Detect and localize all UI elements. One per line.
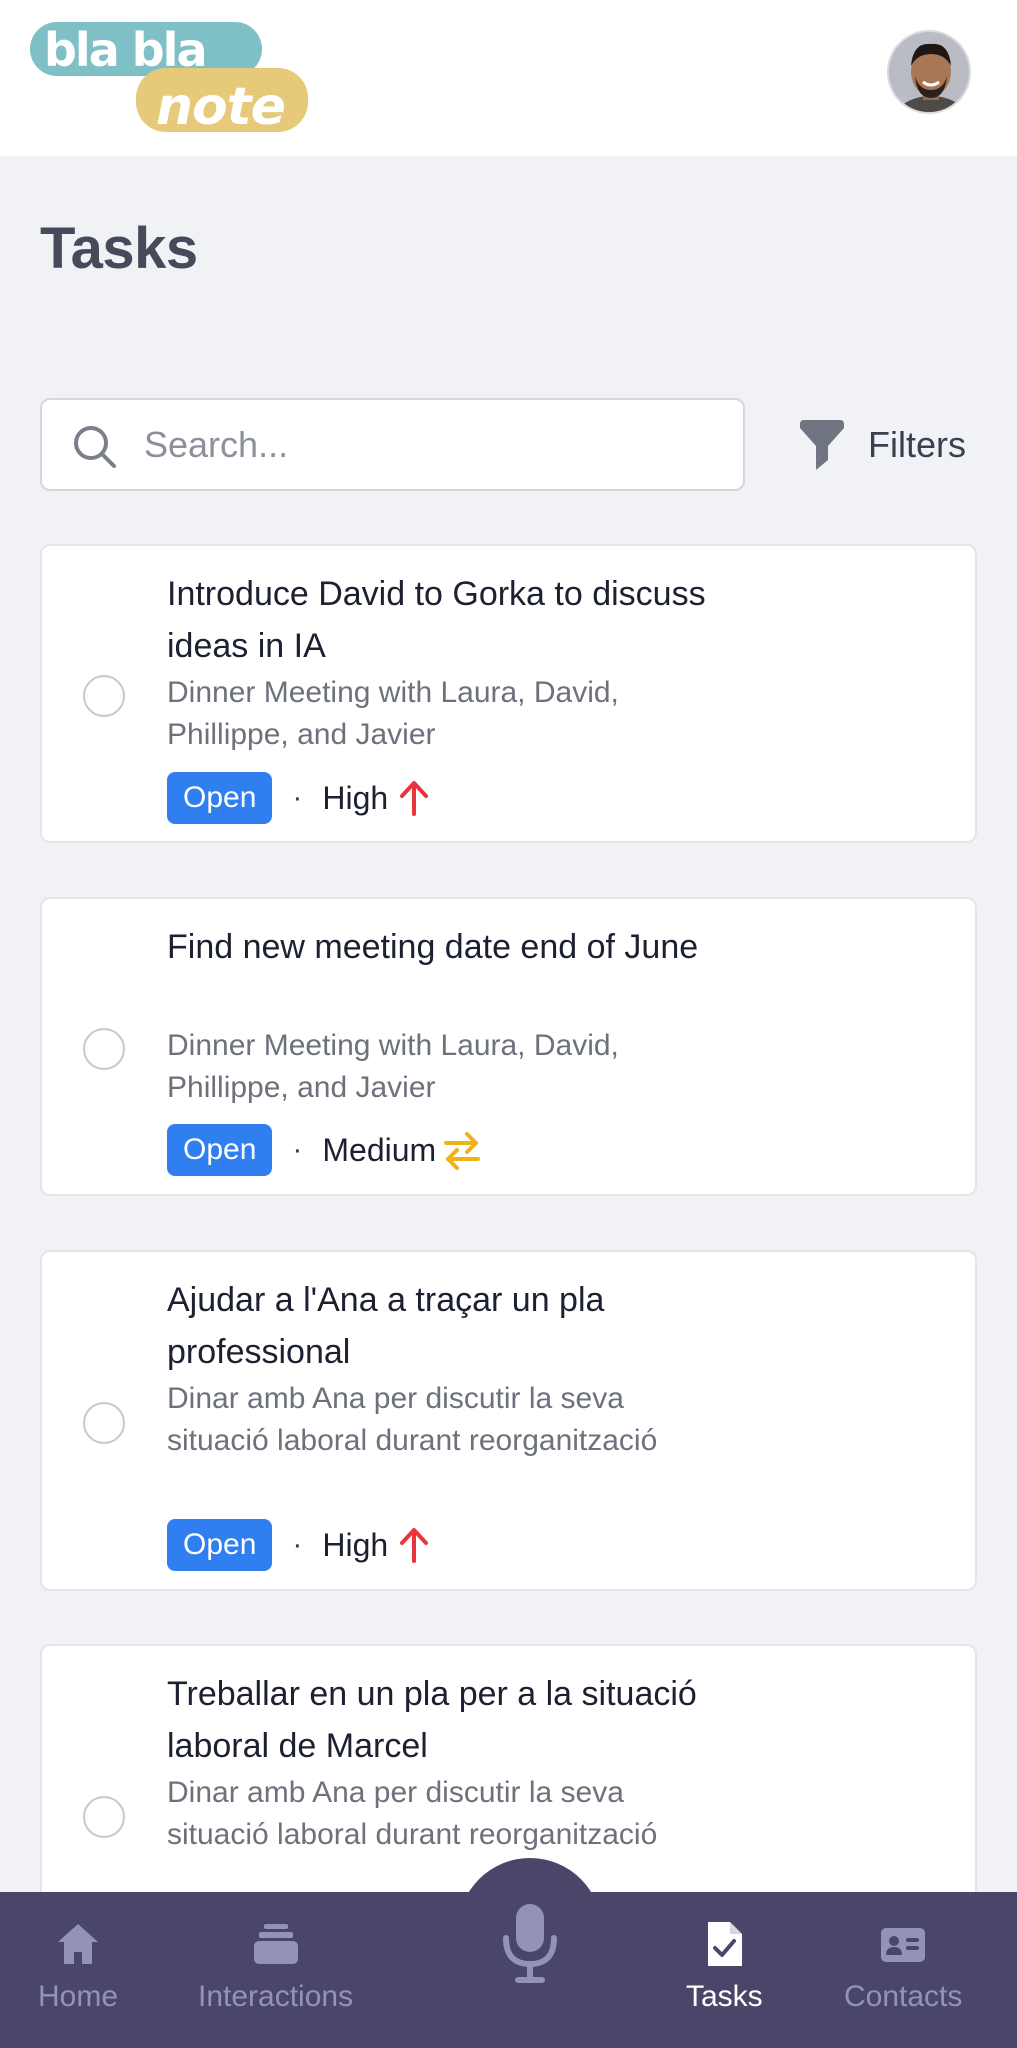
nav-home[interactable]: Home xyxy=(38,1920,118,2014)
task-card[interactable]: Find new meeting date end of June Dinner… xyxy=(40,897,977,1196)
task-card[interactable]: Ajudar a l'Ana a traçar un pla professio… xyxy=(40,1250,977,1591)
home-icon xyxy=(58,1924,99,1964)
logo-text-bottom: note xyxy=(156,77,285,136)
task-complete-checkbox[interactable] xyxy=(83,1028,125,1070)
task-subtitle: Dinar amb Ana per discutir la seva situa… xyxy=(167,1382,658,1457)
separator-dot: · xyxy=(292,1133,303,1166)
nav-tasks[interactable]: Tasks xyxy=(686,1920,763,2014)
arrow-up-icon xyxy=(400,781,429,816)
task-subtitle: Dinner Meeting with Laura, David, Philli… xyxy=(167,676,619,751)
priority-label: High xyxy=(322,1526,389,1563)
filters-label: Filters xyxy=(868,424,966,465)
task-complete-checkbox[interactable] xyxy=(83,1402,125,1444)
microphone-icon[interactable] xyxy=(498,1900,562,1984)
filters-button[interactable]: Filters xyxy=(798,412,966,478)
task-card[interactable]: Introduce David to Gorka to discuss idea… xyxy=(40,544,977,843)
search-input[interactable] xyxy=(144,414,724,476)
task-meta: Open · Medium xyxy=(167,1124,482,1176)
page-title: Tasks xyxy=(40,216,198,281)
nav-home-label: Home xyxy=(38,1980,119,2013)
nav-contacts[interactable]: Contacts xyxy=(844,1920,962,2014)
task-complete-checkbox[interactable] xyxy=(83,1796,125,1838)
task-complete-checkbox[interactable] xyxy=(83,675,125,717)
interactions-stack-icon xyxy=(253,1924,298,1964)
task-meta: Open · High xyxy=(167,772,434,824)
tasks-checklist-icon xyxy=(708,1922,743,1966)
task-meta: Open · High xyxy=(167,1519,434,1571)
search-icon xyxy=(74,426,116,468)
task-title: Ajudar a l'Ana a traçar un pla professio… xyxy=(167,1281,605,1371)
task-title: Treballar en un pla per a la situació la… xyxy=(167,1675,697,1765)
arrow-up-icon xyxy=(400,1528,429,1563)
status-badge: Open xyxy=(167,772,273,824)
nav-tasks-label: Tasks xyxy=(686,1980,763,2013)
blablanote-logo[interactable]: bla bla note xyxy=(30,20,320,136)
nav-interactions[interactable]: Interactions xyxy=(198,1920,353,2014)
separator-dot: · xyxy=(292,1528,303,1561)
priority-label: High xyxy=(322,779,389,816)
nav-interactions-label: Interactions xyxy=(198,1980,354,2013)
status-badge: Open xyxy=(167,1124,273,1176)
contact-card-icon xyxy=(881,1928,926,1962)
app-header: bla bla note xyxy=(0,0,1017,156)
priority-label: Medium xyxy=(322,1131,437,1168)
task-subtitle: Dinar amb Ana per discutir la seva situa… xyxy=(167,1776,658,1851)
avatar[interactable] xyxy=(887,30,971,114)
status-badge: Open xyxy=(167,1519,273,1571)
task-title: Find new meeting date end of June xyxy=(167,928,699,966)
task-title: Introduce David to Gorka to discuss idea… xyxy=(167,575,706,665)
search-box[interactable] xyxy=(40,398,745,491)
nav-contacts-label: Contacts xyxy=(844,1980,963,2013)
filter-funnel-icon xyxy=(800,420,844,470)
arrows-swap-icon xyxy=(444,1132,481,1170)
separator-dot: · xyxy=(292,781,303,814)
task-subtitle: Dinner Meeting with Laura, David, Philli… xyxy=(167,1029,619,1104)
